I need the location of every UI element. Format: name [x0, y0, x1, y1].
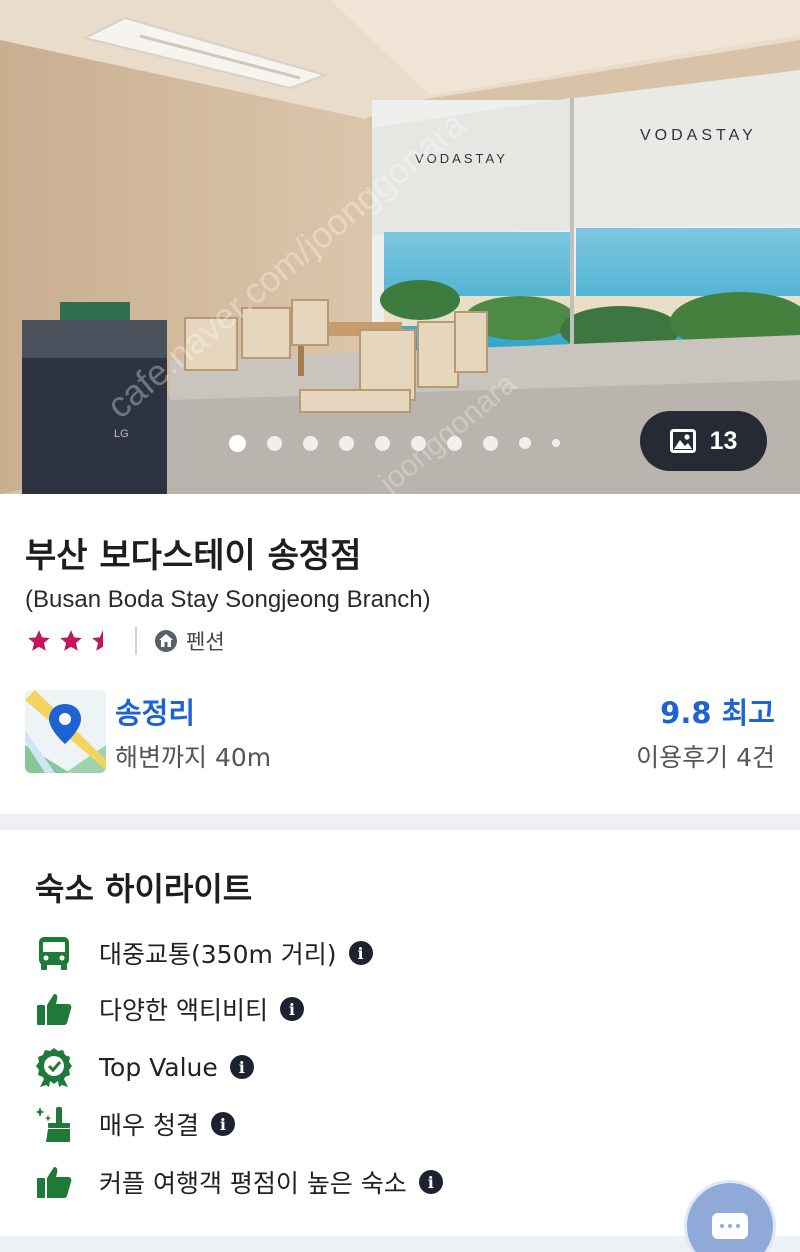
star-icon — [28, 630, 50, 651]
hero-photo-carousel[interactable]: VODASTAY VODASTAY LG cafe.naver.com/joon… — [0, 0, 800, 494]
cleaning-broom-icon — [35, 1105, 73, 1143]
carousel-dot[interactable] — [375, 435, 390, 451]
info-icon[interactable]: i — [418, 1170, 443, 1194]
carousel-dot[interactable] — [411, 435, 426, 451]
carousel-dot[interactable] — [303, 435, 318, 451]
star-half-icon — [92, 630, 103, 651]
carousel-dot[interactable] — [552, 439, 560, 447]
info-icon[interactable]: i — [210, 1112, 235, 1136]
carousel-dot-active[interactable] — [229, 434, 246, 452]
carousel-dot[interactable] — [339, 435, 354, 451]
highlight-label: 커플 여행객 평점이 높은 숙소 — [99, 1169, 407, 1198]
property-name: 부산 보다스테이 송정점 — [25, 536, 362, 576]
chat-bubble-icon — [712, 1213, 748, 1239]
highlight-item[interactable]: 다양한 액티비티 i — [35, 987, 304, 1031]
highlight-item[interactable]: 커플 여행객 평점이 높은 숙소 i — [35, 1160, 443, 1204]
highlight-label: 다양한 액티비티 — [99, 996, 268, 1025]
star-icon — [60, 630, 82, 651]
rating-row: 펜션 — [25, 625, 225, 657]
map-thumbnail[interactable] — [25, 690, 106, 773]
carousel-dot[interactable] — [519, 437, 531, 449]
highlight-item[interactable]: 대중교통(350m 거리) i — [35, 931, 373, 975]
image-gallery-icon — [669, 429, 696, 453]
location-area[interactable]: 송정리 — [115, 690, 195, 732]
review-count[interactable]: 이용후기 4건 — [636, 738, 775, 774]
info-icon[interactable]: i — [279, 997, 304, 1021]
property-type-label: 펜션 — [186, 630, 225, 654]
section-divider-bottom — [0, 1236, 800, 1252]
carousel-dot[interactable] — [267, 435, 282, 451]
property-type: 펜션 — [154, 626, 225, 656]
highlight-label: Top Value — [99, 1052, 218, 1082]
highlight-item[interactable]: Top Value i — [35, 1045, 254, 1089]
award-badge-icon — [35, 1048, 73, 1087]
thumbs-up-icon — [35, 1163, 73, 1201]
star-rating — [25, 628, 117, 654]
chat-button[interactable] — [684, 1180, 776, 1252]
rating-divider — [135, 627, 137, 655]
highlight-label: 매우 청결 — [99, 1111, 199, 1140]
info-icon[interactable]: i — [348, 941, 373, 965]
bus-icon — [35, 934, 73, 972]
map-pin-icon — [25, 690, 106, 773]
property-name-english: (Busan Boda Stay Songjeong Branch) — [25, 586, 431, 613]
location-distance: 해변까지 40m — [115, 743, 272, 772]
carousel-dot[interactable] — [447, 435, 462, 451]
carousel-dot[interactable] — [483, 435, 498, 451]
blind-brand-text-right: VODASTAY — [640, 127, 757, 144]
svg-text:LG: LG — [114, 428, 129, 440]
review-score[interactable]: 9.8 최고 — [660, 690, 775, 732]
thumbs-up-icon — [35, 990, 73, 1028]
highlights-title: 숙소 하이라이트 — [35, 870, 253, 908]
highlight-item[interactable]: 매우 청결 i — [35, 1102, 235, 1146]
photo-count-button[interactable]: 13 — [640, 411, 767, 471]
section-divider — [0, 814, 800, 830]
photo-count-label: 13 — [709, 426, 738, 455]
carousel-indicator[interactable] — [229, 434, 581, 452]
info-icon[interactable]: i — [229, 1055, 254, 1079]
highlight-label: 대중교통(350m 거리) — [99, 940, 337, 969]
house-icon — [155, 630, 177, 652]
